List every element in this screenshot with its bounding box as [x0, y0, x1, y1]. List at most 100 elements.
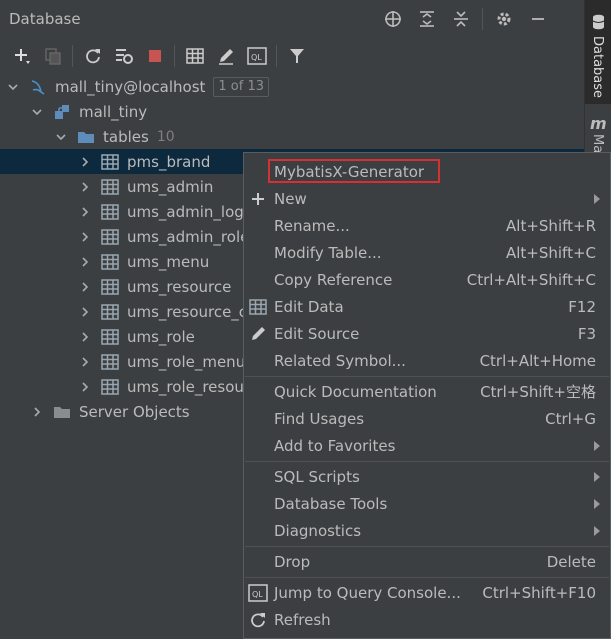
maven-tool-tab-label[interactable]: Ma [590, 134, 605, 153]
menu-item-rename[interactable]: Rename... Alt+Shift+R [244, 212, 610, 239]
chevron-right-icon[interactable] [78, 180, 92, 194]
menu-separator [245, 546, 609, 547]
panel-header: Database [0, 0, 585, 38]
menu-item-modify-table[interactable]: Modify Table... Alt+Shift+C [244, 239, 610, 266]
table-icon [100, 327, 120, 347]
menu-item-shortcut: F3 [577, 324, 596, 343]
table-editor-icon[interactable] [179, 40, 210, 72]
menu-item-edit-source[interactable]: Edit Source F3 [244, 320, 610, 347]
menu-item-mybatisx-generator[interactable]: MybatisX-Generator [244, 158, 610, 185]
chevron-right-icon[interactable] [78, 330, 92, 344]
menu-item-related-symbol[interactable]: Related Symbol... Ctrl+Alt+Home [244, 347, 610, 374]
chevron-right-icon[interactable] [78, 280, 92, 294]
schema-icon [52, 102, 72, 122]
table-icon [100, 227, 120, 247]
submenu-arrow-icon [594, 471, 600, 482]
expand-all-icon[interactable] [410, 0, 444, 38]
menu-item-shortcut: Alt+Shift+R [506, 216, 596, 235]
submenu-arrow-icon [594, 440, 600, 451]
panel-title: Database [9, 10, 81, 28]
menu-item-label: Find Usages [274, 409, 365, 428]
menu-item-shortcut: Alt+Shift+C [505, 243, 596, 262]
connection-label: mall_tiny@localhost [55, 77, 206, 96]
menu-item-label: Add to Favorites [274, 436, 396, 455]
menu-item-label: New [274, 189, 307, 208]
table-label: ums_role_resour [127, 377, 251, 396]
menu-item-shortcut: F12 [568, 297, 596, 316]
toolbar-divider [276, 45, 277, 67]
menu-item-label: Modify Table... [274, 243, 382, 262]
schema-label: mall_tiny [79, 102, 148, 121]
menu-item-database-tools[interactable]: Database Tools [244, 490, 610, 517]
menu-item-shortcut: Ctrl+Alt+Shift+C [466, 270, 596, 289]
chevron-down-icon[interactable] [30, 105, 44, 119]
tree-node-connection[interactable]: mall_tiny@localhost 1 of 13 [0, 74, 585, 99]
menu-separator [245, 577, 609, 578]
toolbar-divider [174, 45, 175, 67]
panel-header-actions [376, 0, 555, 38]
menu-item-label: Quick Documentation [274, 382, 437, 401]
menu-item-label: MybatisX-Generator [274, 162, 425, 181]
menu-separator [245, 376, 609, 377]
table-icon [100, 377, 120, 397]
table-icon [100, 252, 120, 272]
menu-item-shortcut: Ctrl+Shift+F10 [482, 583, 596, 602]
table-icon [100, 202, 120, 222]
gear-icon[interactable] [487, 0, 521, 38]
tables-count: 10 [156, 128, 175, 145]
chevron-right-icon[interactable] [78, 205, 92, 219]
edit-pencil-icon[interactable] [210, 40, 241, 72]
chevron-down-icon[interactable] [54, 130, 68, 144]
menu-item-jump-to-query-console[interactable]: QL Jump to Query Console... Ctrl+Shift+F… [244, 579, 610, 606]
schema-count-badge: 1 of 13 [213, 76, 270, 97]
table-label: ums_admin [127, 177, 214, 196]
table-icon [100, 152, 120, 172]
database-tool-tab[interactable]: Database [585, 0, 611, 104]
chevron-right-icon[interactable] [78, 155, 92, 169]
menu-item-shortcut: Ctrl+Alt+Home [479, 351, 596, 370]
plus-icon [247, 188, 269, 210]
chevron-right-icon[interactable] [30, 405, 44, 419]
tables-folder-label: tables [103, 127, 149, 146]
menu-item-copy-reference[interactable]: Copy Reference Ctrl+Alt+Shift+C [244, 266, 610, 293]
crosshair-icon[interactable] [376, 0, 410, 38]
menu-item-label: Diagnostics [274, 521, 362, 540]
chevron-right-icon[interactable] [78, 380, 92, 394]
chevron-right-icon[interactable] [78, 230, 92, 244]
stop-icon[interactable] [139, 40, 170, 72]
menu-item-diagnostics[interactable]: Diagnostics [244, 517, 610, 544]
chevron-right-icon[interactable] [78, 305, 92, 319]
refresh-icon[interactable] [77, 40, 108, 72]
menu-item-drop[interactable]: Drop Delete [244, 548, 610, 575]
tree-node-schema[interactable]: mall_tiny [0, 99, 585, 124]
add-icon[interactable] [6, 40, 37, 72]
menu-item-edit-data[interactable]: Edit Data F12 [244, 293, 610, 320]
toolbar-divider [72, 45, 73, 67]
schema-settings-icon[interactable] [108, 40, 139, 72]
duplicate-icon[interactable] [37, 40, 68, 72]
header-divider [482, 8, 483, 30]
filter-icon[interactable] [281, 40, 312, 72]
menu-item-quick-documentation[interactable]: Quick Documentation Ctrl+Shift+空格 [244, 378, 610, 405]
maven-m-icon[interactable]: m [590, 114, 607, 133]
menu-item-label: Drop [274, 552, 311, 571]
menu-item-new[interactable]: New [244, 185, 610, 212]
query-console-icon: QL [247, 582, 269, 604]
minimize-icon[interactable] [521, 0, 555, 38]
menu-item-find-usages[interactable]: Find Usages Ctrl+G [244, 405, 610, 432]
menu-item-refresh[interactable]: Refresh [244, 606, 610, 633]
chevron-right-icon[interactable] [78, 355, 92, 369]
collapse-all-icon[interactable] [444, 0, 478, 38]
menu-item-label: Edit Source [274, 324, 360, 343]
menu-item-shortcut: Ctrl+G [545, 409, 596, 428]
table-label: ums_menu [127, 252, 210, 271]
chevron-right-icon[interactable] [78, 255, 92, 269]
chevron-down-icon[interactable] [6, 80, 20, 94]
menu-item-sql-scripts[interactable]: SQL Scripts [244, 463, 610, 490]
query-console-icon[interactable]: QL [241, 40, 272, 72]
menu-item-add-to-favorites[interactable]: Add to Favorites [244, 432, 610, 459]
menu-item-label: Related Symbol... [274, 351, 406, 370]
table-label: ums_role [127, 327, 195, 346]
table-label: ums_admin_role [127, 227, 250, 246]
tree-node-tables-folder[interactable]: tables 10 [0, 124, 585, 149]
